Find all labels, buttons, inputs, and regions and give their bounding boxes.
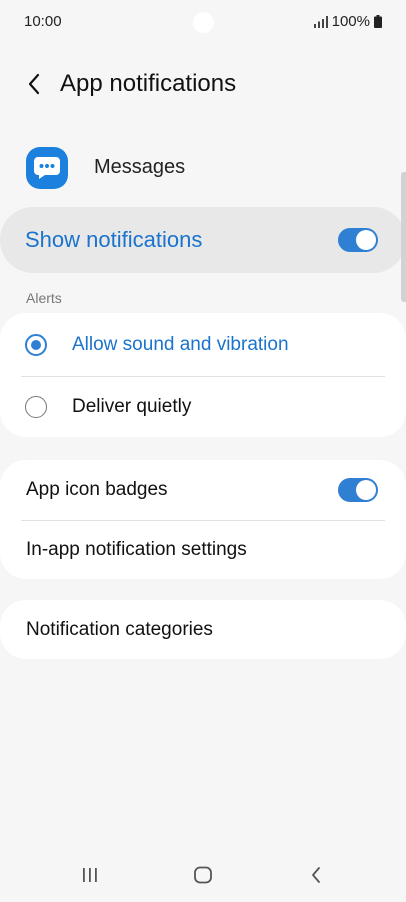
alerts-section-label: Alerts bbox=[26, 290, 62, 306]
in-app-notification-settings-label: In-app notification settings bbox=[26, 539, 247, 560]
back-button[interactable] bbox=[18, 70, 50, 102]
battery-icon bbox=[374, 15, 382, 28]
back-nav-button[interactable] bbox=[296, 864, 336, 890]
radio-unselected[interactable] bbox=[25, 396, 47, 418]
navigation-bar bbox=[0, 852, 406, 902]
app-info-row: Messages bbox=[0, 140, 406, 196]
show-notifications-row[interactable]: Show notifications bbox=[0, 207, 406, 273]
toggle-knob bbox=[356, 480, 376, 500]
in-app-notification-settings-row[interactable]: In-app notification settings bbox=[0, 520, 406, 580]
radio-selected[interactable] bbox=[25, 334, 47, 356]
alerts-card: Allow sound and vibration Deliver quietl… bbox=[0, 313, 406, 437]
battery-percent: 100% bbox=[331, 13, 370, 30]
status-indicators: 100% bbox=[313, 13, 382, 30]
badges-card: App icon badges In-app notification sett… bbox=[0, 460, 406, 579]
toggle-knob bbox=[356, 230, 376, 250]
app-name: Messages bbox=[94, 156, 186, 178]
header: App notifications bbox=[0, 60, 406, 110]
alert-option-sound-vibration[interactable]: Allow sound and vibration bbox=[0, 315, 406, 375]
alert-option-label: Allow sound and vibration bbox=[72, 334, 289, 355]
back-arrow-icon bbox=[27, 73, 41, 100]
camera-cutout bbox=[193, 12, 214, 33]
status-time: 10:00 bbox=[24, 13, 62, 30]
app-icon-badges-row[interactable]: App icon badges bbox=[0, 460, 406, 520]
status-bar: 10:00 100% bbox=[0, 0, 406, 44]
app-icon-badges-toggle[interactable] bbox=[338, 478, 378, 502]
back-icon bbox=[310, 866, 322, 889]
categories-card: Notification categories bbox=[0, 600, 406, 659]
notification-categories-label: Notification categories bbox=[26, 618, 213, 640]
alert-option-deliver-quietly[interactable]: Deliver quietly bbox=[0, 377, 406, 437]
app-icon-badges-label: App icon badges bbox=[26, 479, 168, 500]
notification-categories-row[interactable]: Notification categories bbox=[0, 600, 406, 659]
home-button[interactable] bbox=[183, 864, 223, 890]
alert-option-label: Deliver quietly bbox=[72, 396, 192, 417]
show-notifications-label: Show notifications bbox=[25, 227, 203, 252]
scrollbar[interactable] bbox=[401, 172, 406, 302]
home-icon bbox=[193, 866, 213, 889]
signal-icon bbox=[313, 15, 328, 28]
show-notifications-toggle[interactable] bbox=[338, 228, 378, 252]
recents-button[interactable] bbox=[70, 864, 110, 890]
recents-icon bbox=[81, 867, 99, 888]
messages-app-icon bbox=[26, 147, 68, 189]
page-title: App notifications bbox=[60, 70, 237, 97]
